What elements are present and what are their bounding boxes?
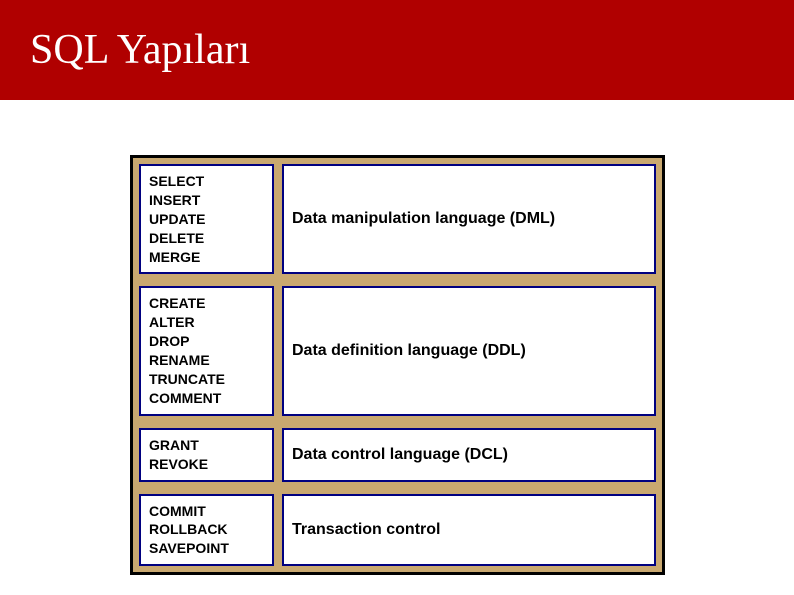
content-area: SELECT INSERT UPDATE DELETE MERGE Data m… bbox=[0, 100, 794, 575]
table-row: SELECT INSERT UPDATE DELETE MERGE Data m… bbox=[133, 158, 662, 280]
commands-cell-dml: SELECT INSERT UPDATE DELETE MERGE bbox=[139, 164, 274, 274]
sql-command: RENAME bbox=[149, 351, 264, 370]
sql-command: CREATE bbox=[149, 294, 264, 313]
description-cell-tx: Transaction control bbox=[282, 494, 656, 567]
table-row: COMMIT ROLLBACK SAVEPOINT Transaction co… bbox=[133, 488, 662, 573]
table-row: CREATE ALTER DROP RENAME TRUNCATE COMMEN… bbox=[133, 280, 662, 421]
sql-command: UPDATE bbox=[149, 210, 264, 229]
description-cell-dml: Data manipulation language (DML) bbox=[282, 164, 656, 274]
commands-cell-dcl: GRANT REVOKE bbox=[139, 428, 274, 482]
sql-command: DELETE bbox=[149, 229, 264, 248]
sql-command: ROLLBACK bbox=[149, 520, 264, 539]
sql-command: MERGE bbox=[149, 248, 264, 267]
description-cell-ddl: Data definition language (DDL) bbox=[282, 286, 656, 415]
sql-command: REVOKE bbox=[149, 455, 264, 474]
sql-command: INSERT bbox=[149, 191, 264, 210]
sql-command: SAVEPOINT bbox=[149, 539, 264, 558]
table-row: GRANT REVOKE Data control language (DCL) bbox=[133, 422, 662, 488]
commands-cell-ddl: CREATE ALTER DROP RENAME TRUNCATE COMMEN… bbox=[139, 286, 274, 415]
sql-command: DROP bbox=[149, 332, 264, 351]
page-title: SQL Yapıları bbox=[30, 26, 250, 74]
sql-command: ALTER bbox=[149, 313, 264, 332]
sql-categories-table: SELECT INSERT UPDATE DELETE MERGE Data m… bbox=[130, 155, 665, 575]
sql-command: TRUNCATE bbox=[149, 370, 264, 389]
sql-command: COMMENT bbox=[149, 389, 264, 408]
description-cell-dcl: Data control language (DCL) bbox=[282, 428, 656, 482]
slide-header: SQL Yapıları bbox=[0, 0, 794, 100]
commands-cell-tx: COMMIT ROLLBACK SAVEPOINT bbox=[139, 494, 274, 567]
sql-command: GRANT bbox=[149, 436, 264, 455]
sql-command: SELECT bbox=[149, 172, 264, 191]
sql-command: COMMIT bbox=[149, 502, 264, 521]
